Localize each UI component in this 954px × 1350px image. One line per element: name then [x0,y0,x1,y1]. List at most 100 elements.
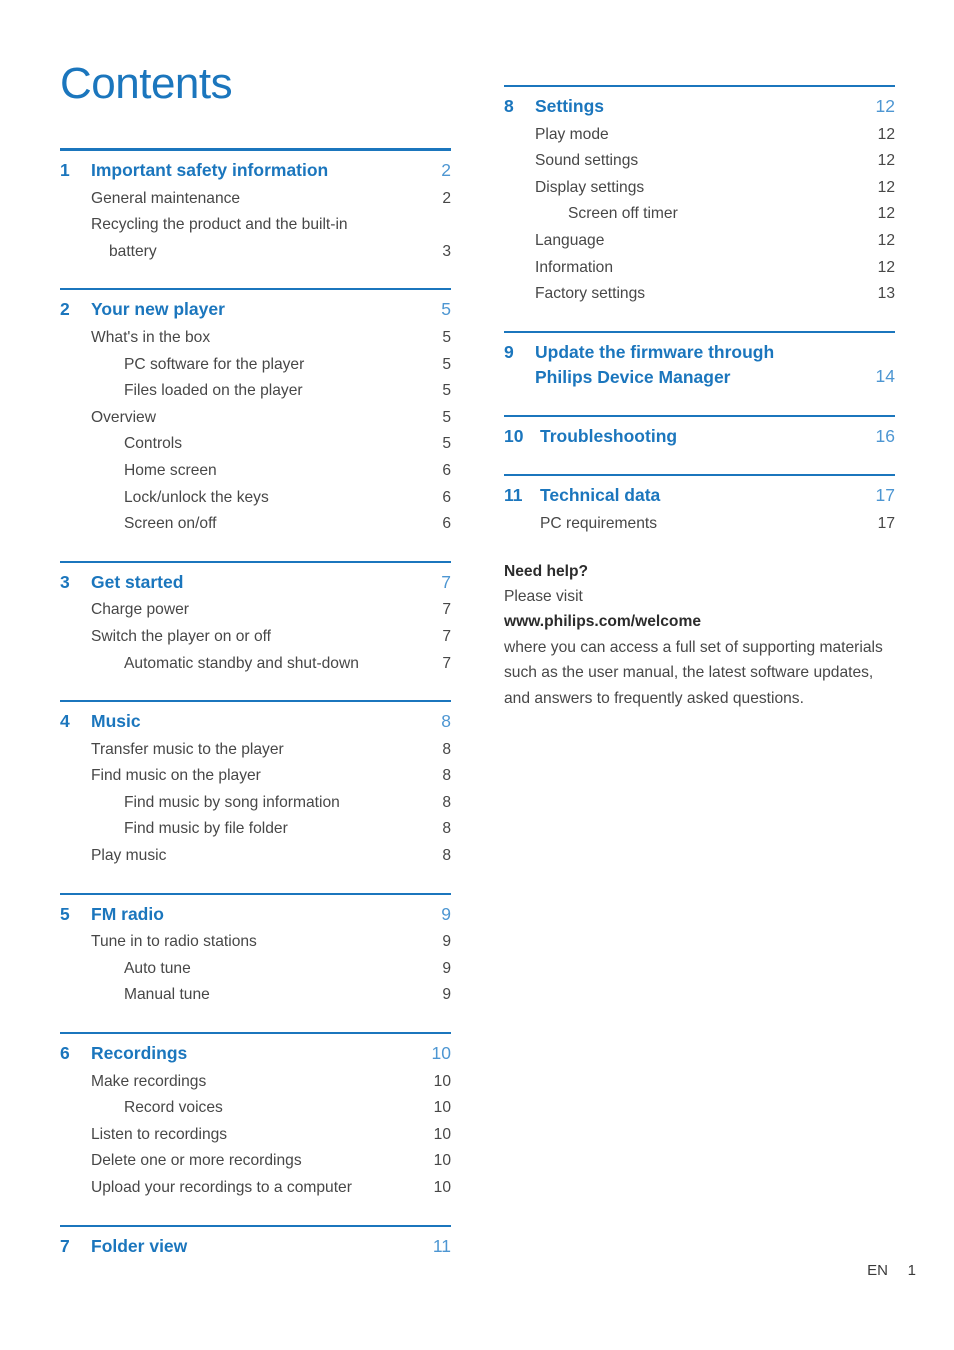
chapter-title-line-1: Update the firmware through [535,341,775,362]
toc-entry-label: Factory settings [535,285,646,303]
footer-language: EN [867,1262,888,1279]
toc-entry[interactable]: What's in the box 5 [60,324,451,351]
toc-column-right: 8 Settings 12 Play mode 12 Sound settings 12… [504,0,895,711]
toc-chapter-heading[interactable]: 10 Troubleshooting 16 [504,424,895,450]
toc-chapter: 2 Your new player 5 What's in the box 5 PC … [60,264,451,536]
toc-entry[interactable]: Upload your recordings to a computer 10 [60,1174,451,1201]
toc-entry[interactable]: Factory settings 13 [504,280,895,307]
toc-entry[interactable]: Screen off timer 12 [504,200,895,227]
chapter-divider [504,474,895,477]
toc-chapter-heading[interactable]: 8 Settings 12 [504,94,895,120]
chapter-number: 2 [60,299,70,320]
toc-column-left: 1 Important safety information 2 General m… [60,0,451,1260]
toc-entry[interactable]: Screen on/off 6 [60,510,451,537]
toc-entry[interactable]: Play music 8 [60,842,451,869]
toc-entry[interactable]: PC requirements 17 [504,510,895,537]
toc-chapter: 10 Troubleshooting 16 [504,391,895,450]
toc-entry-label: Switch the player on or off [91,627,272,645]
toc-entry[interactable]: Charge power 7 [60,596,451,623]
chapter-title: Troubleshooting [540,425,678,446]
toc-entry-page-number: 12 [877,231,895,249]
toc-entry-page-number: 7 [442,627,451,645]
chapter-page-number: 7 [441,571,451,592]
chapter-divider [60,288,451,291]
toc-entry[interactable]: Make recordings 10 [60,1068,451,1095]
toc-chapter: 5 FM radio 9 Tune in to radio stations 9 Au… [60,869,451,1008]
toc-entry[interactable]: Transfer music to the player 8 [60,736,451,763]
toc-entry[interactable]: Record voices 10 [60,1094,451,1121]
chapter-page-number: 9 [441,903,451,924]
toc-entry[interactable]: Find music by song information 8 [60,789,451,816]
chapter-divider [60,1224,451,1227]
chapter-divider [504,85,895,87]
toc-chapter-heading[interactable]: 2 Your new player 5 [60,297,451,323]
toc-entry-label: Play music [91,847,167,865]
chapter-page-number: 10 [431,1043,451,1064]
chapter-title-line-2: Philips Device Manager [535,366,731,387]
toc-entry-label: Display settings [535,178,645,196]
toc-chapter-heading[interactable]: 11 Technical data 17 [504,483,895,509]
toc-entry[interactable]: battery 3 [60,238,451,265]
toc-entry-page-number: 10 [433,1072,451,1090]
toc-chapter-heading[interactable]: 7 Folder view 11 [60,1234,451,1260]
toc-entry[interactable]: Home screen 6 [60,457,451,484]
toc-entry[interactable]: Tune in to radio stations 9 [60,928,451,955]
toc-entry-page-number: 10 [433,1152,451,1170]
toc-page: Contents 1 Important safety information 2 … [0,0,954,1350]
toc-entry[interactable]: Recycling the product and the built-in [60,211,451,238]
need-help-url[interactable]: www.philips.com/welcome [504,609,884,634]
chapter-divider [504,414,895,417]
chapter-divider [504,330,895,333]
toc-entry[interactable]: PC software for the player 5 [60,351,451,378]
toc-entry[interactable]: Listen to recordings 10 [60,1121,451,1148]
toc-entry[interactable]: Automatic standby and shut-down 7 [60,650,451,677]
toc-chapter-heading[interactable]: 3 Get started 7 [60,570,451,596]
toc-entry-page-number: 12 [877,152,895,170]
chapter-page-number: 17 [875,485,895,506]
toc-entry[interactable]: Language 12 [504,227,895,254]
toc-entry[interactable]: General maintenance 2 [60,185,451,212]
chapter-page-number: 2 [441,160,451,180]
need-help-body: where you can access a full set of suppo… [504,638,883,707]
chapter-divider [60,148,451,151]
toc-entry[interactable]: Switch the player on or off 7 [60,623,451,650]
chapter-spacer [60,537,451,561]
toc-entry[interactable]: Overview 5 [60,404,451,431]
chapter-title: Get started [91,571,184,592]
toc-chapter-heading[interactable]: 4 Music 8 [60,709,451,735]
toc-entry[interactable]: Lock/unlock the keys 6 [60,484,451,511]
toc-entry[interactable]: Find music on the player 8 [60,762,451,789]
toc-chapter: 8 Settings 12 Play mode 12 Sound settings 12… [504,85,895,307]
toc-entry-page-number: 8 [442,740,451,758]
toc-entry[interactable]: Delete one or more recordings 10 [60,1147,451,1174]
toc-entry-page-number: 5 [442,435,451,453]
toc-entry[interactable]: Display settings 12 [504,174,895,201]
toc-entry[interactable]: Auto tune 9 [60,955,451,982]
toc-entry-label: Find music on the player [91,767,261,785]
toc-entry-label: Play mode [535,125,609,143]
toc-entry-page-number: 8 [442,767,451,785]
toc-entry-page-number: 12 [877,205,895,223]
chapter-number: 7 [60,1235,70,1256]
toc-entry[interactable]: Controls 5 [60,430,451,457]
chapter-spacer [60,869,451,893]
toc-entry[interactable]: Sound settings 12 [504,147,895,174]
toc-chapter-heading[interactable]: 5 FM radio 9 [60,902,451,928]
toc-entry[interactable]: Files loaded on the player 5 [60,377,451,404]
toc-entry-label: Screen off timer [568,205,678,223]
toc-entry[interactable]: Find music by file folder 8 [60,815,451,842]
chapter-number: 3 [60,571,70,592]
chapter-spacer [60,264,451,288]
chapter-divider [60,700,451,703]
chapter-number: 11 [504,485,523,506]
toc-entry-label: Delete one or more recordings [91,1152,302,1170]
toc-entry-page-number: 6 [442,515,451,533]
toc-chapter-heading[interactable]: 1 Important safety information 2 [60,158,451,184]
toc-entry[interactable]: Play mode 12 [504,121,895,148]
toc-entry[interactable]: Information 12 [504,254,895,281]
chapter-spacer [60,676,451,700]
toc-chapter-heading[interactable]: 6 Recordings 10 [60,1041,451,1067]
toc-entry-page-number: 12 [877,178,895,196]
toc-chapter-heading[interactable]: 9 Update the firmware through Philips Devi… [504,340,895,390]
toc-entry[interactable]: Manual tune 9 [60,981,451,1008]
